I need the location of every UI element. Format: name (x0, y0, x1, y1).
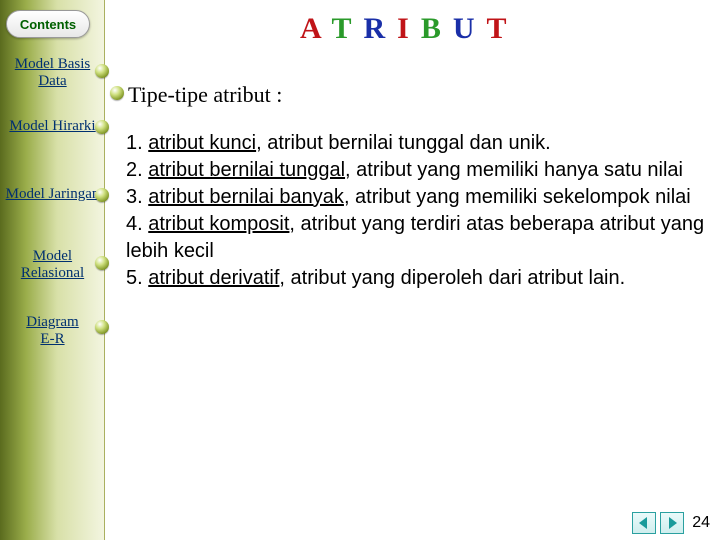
nav-item-jaringan[interactable]: Model Jaringan (0, 186, 105, 203)
arrow-right-icon (665, 516, 679, 530)
bullet-icon (95, 64, 109, 78)
prev-slide-button[interactable] (632, 512, 656, 534)
arrow-left-icon (637, 516, 651, 530)
page-title: ATRIBUT (300, 12, 519, 46)
bullet-icon (95, 320, 109, 334)
list-item: 3. atribut bernilai banyak, atribut yang… (126, 184, 706, 211)
contents-button[interactable]: Contents (6, 10, 90, 38)
list-item: 4. atribut komposit, atribut yang terdir… (126, 211, 706, 265)
list-item: 2. atribut bernilai tunggal, atribut yan… (126, 157, 706, 184)
bullet-icon (95, 188, 109, 202)
bullet-icon (110, 86, 124, 100)
bullet-icon (95, 120, 109, 134)
page-number: 24 (692, 514, 710, 532)
subtitle: Tipe-tipe atribut : (128, 82, 282, 108)
contents-label: Contents (20, 17, 76, 32)
list-item: 5. atribut derivatif, atribut yang diper… (126, 265, 706, 292)
nav-item-diagram-er[interactable]: DiagramE-R (0, 314, 105, 349)
slide-nav (632, 512, 684, 534)
list-item: 1. atribut kunci, atribut bernilai tungg… (126, 130, 706, 157)
nav-item-basis-data[interactable]: Model BasisData (0, 56, 105, 91)
nav-item-relasional[interactable]: ModelRelasional (0, 248, 105, 283)
nav-item-hirarki[interactable]: Model Hirarki (0, 118, 105, 135)
bullet-icon (95, 256, 109, 270)
sidebar: Contents Model BasisData Model Hirarki M… (0, 0, 105, 540)
attribute-types-list: 1. atribut kunci, atribut bernilai tungg… (126, 130, 706, 292)
next-slide-button[interactable] (660, 512, 684, 534)
